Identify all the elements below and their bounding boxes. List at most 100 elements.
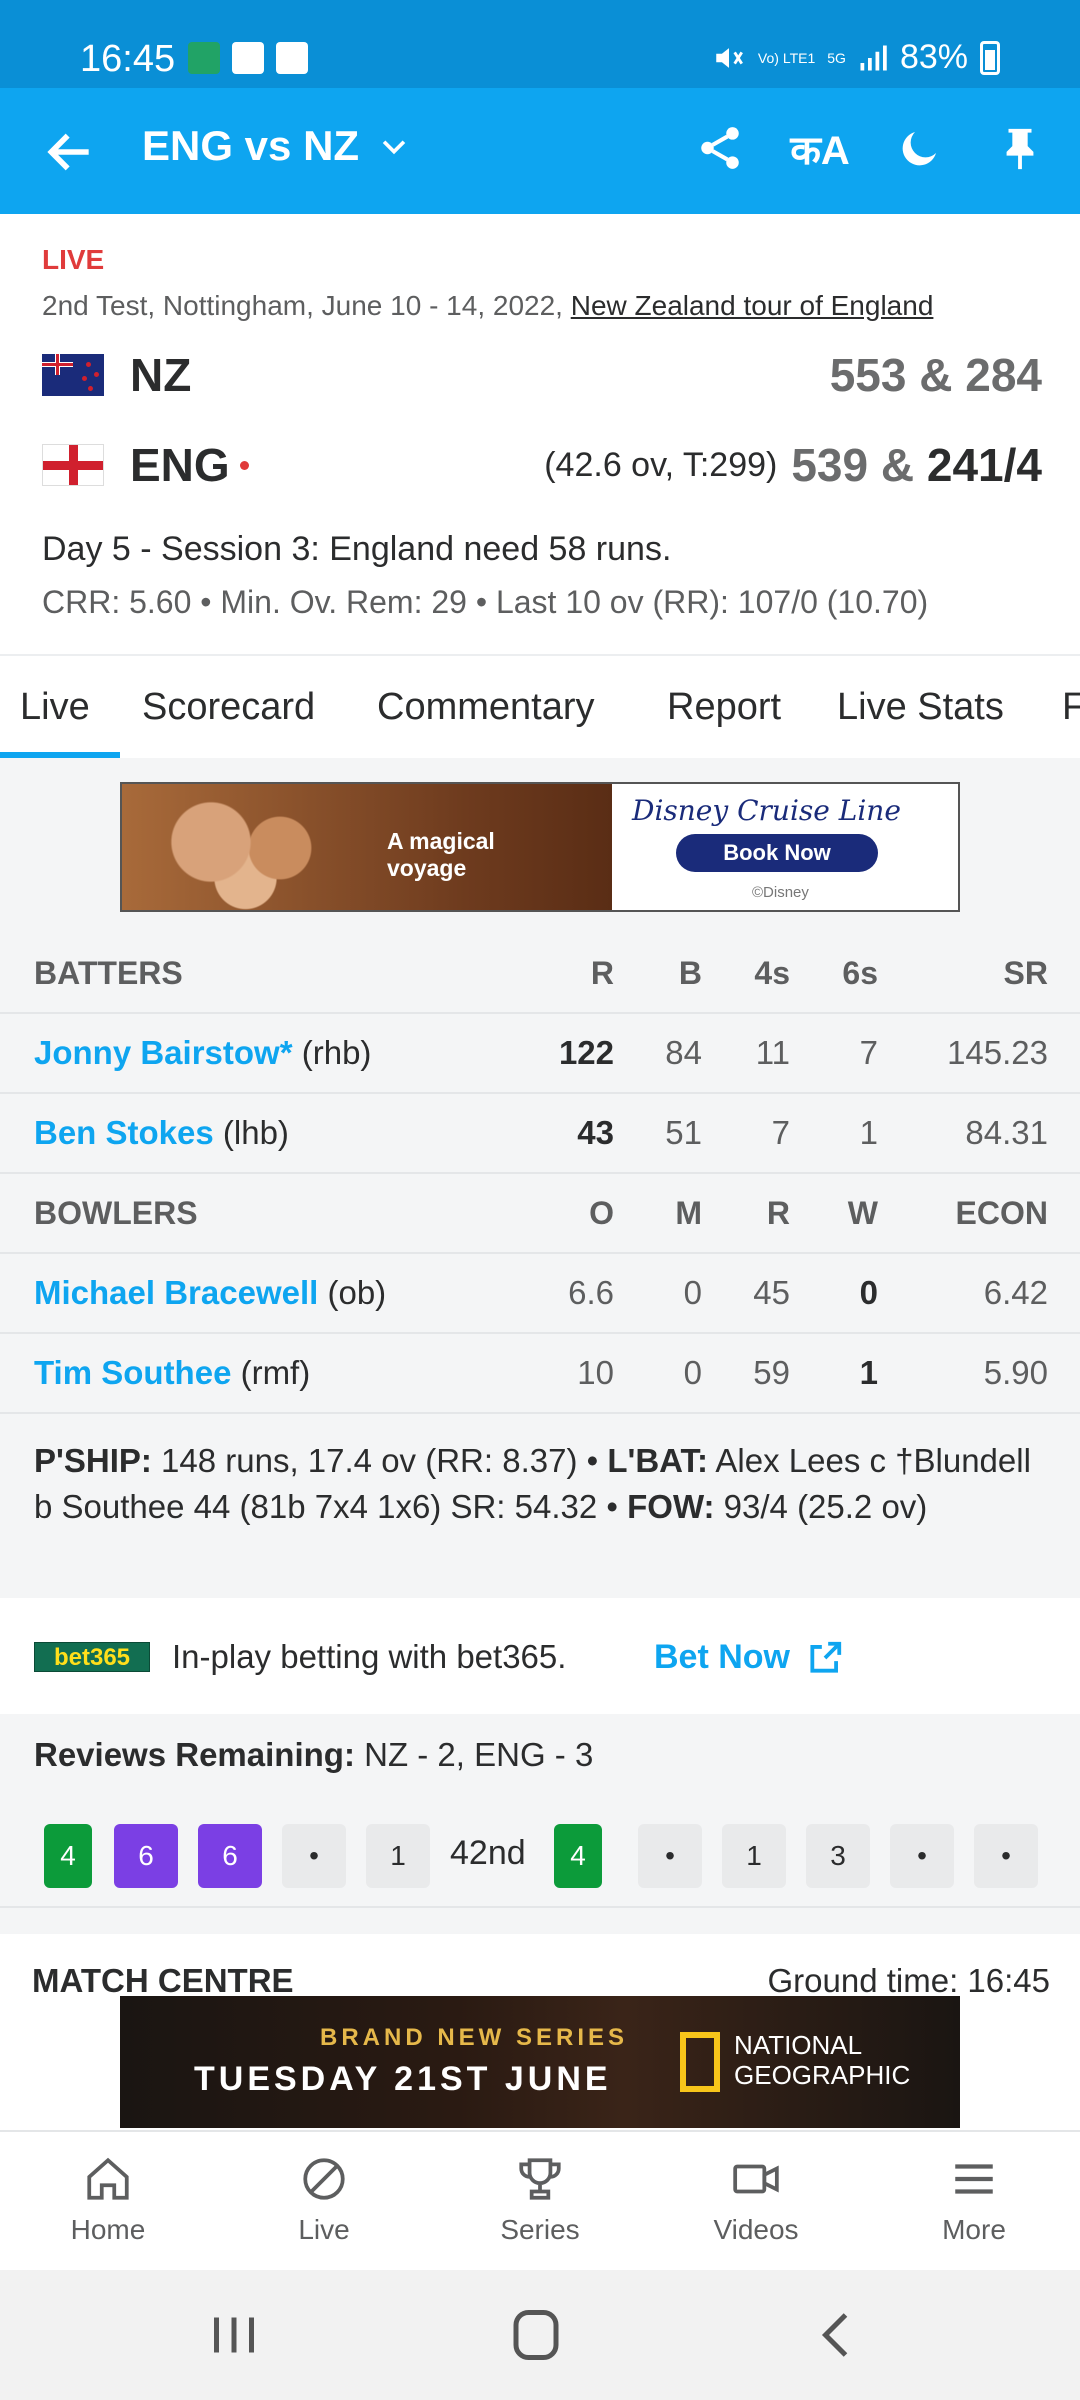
bowler-overs: 10 — [577, 1354, 614, 1391]
ball-chip[interactable]: 1 — [366, 1824, 430, 1888]
nav-label: More — [942, 2214, 1006, 2245]
moon-icon — [902, 132, 936, 166]
batter-runs: 43 — [577, 1114, 614, 1151]
hamburger-menu-icon — [955, 2164, 993, 2194]
back-arrow-icon[interactable] — [42, 124, 98, 180]
back-button-icon[interactable] — [808, 2310, 868, 2360]
ad-photo — [142, 794, 372, 910]
ball-chip[interactable]: • — [282, 1824, 346, 1888]
bowlers-header-row: BOWLERS O M R W ECON — [0, 1174, 1080, 1254]
nav-live[interactable]: Live — [254, 2154, 394, 2246]
team-name: ENG — [130, 439, 230, 491]
ball-chip[interactable]: 6 — [114, 1824, 178, 1888]
bet365-logo: bet365 — [34, 1642, 150, 1672]
disney-ad-banner[interactable]: A magical voyage Disney Cruise Line Book … — [120, 782, 960, 912]
overs-target: (42.6 ov, T:299) — [544, 445, 778, 484]
home-icon — [87, 2157, 129, 2200]
reviews-label: Reviews Remaining: — [34, 1736, 355, 1773]
col-header: SR — [1003, 954, 1048, 991]
batter-row[interactable]: Ben Stokes (lhb) 43 51 7 1 84.31 — [0, 1094, 1080, 1174]
team-row-nz: NZ 553 & 284 — [42, 340, 1042, 410]
ball-chip[interactable]: 4 — [554, 1824, 602, 1888]
bowler-wickets: 1 — [859, 1354, 878, 1391]
dark-mode-button[interactable] — [890, 118, 950, 178]
status-bar: 16:45 Vo) LTE1 5G 83% — [0, 0, 1080, 88]
col-header: R — [590, 954, 614, 991]
system-navigation-bar — [0, 2270, 1080, 2400]
trophy-icon — [519, 2158, 561, 2200]
ad-brand-panel: Disney Cruise Line Book Now ©Disney — [612, 784, 958, 910]
share-button[interactable] — [690, 118, 750, 178]
ball-chip[interactable]: • — [890, 1824, 954, 1888]
bowler-row[interactable]: Michael Bracewell (ob) 6.6 0 45 0 6.42 — [0, 1254, 1080, 1334]
tour-link[interactable]: New Zealand tour of England — [571, 290, 934, 321]
tab-overflow[interactable]: F — [1062, 686, 1080, 729]
col-header: 4s — [754, 954, 790, 991]
language-button[interactable]: कA — [790, 118, 850, 178]
batters-label: BATTERS — [34, 954, 183, 991]
col-header: B — [678, 954, 702, 991]
sheets-app-icon — [188, 42, 220, 74]
app-bar: ENG vs NZ कA — [0, 88, 1080, 214]
pin-icon — [1006, 128, 1034, 170]
bet-now-link[interactable]: Bet Now — [654, 1638, 844, 1677]
tab-live[interactable]: Live — [20, 686, 90, 729]
pin-button[interactable] — [990, 118, 1050, 178]
col-header: 6s — [842, 954, 878, 991]
batter-name: Jonny Bairstow* (rhb) — [34, 1034, 372, 1071]
network-type: 5G — [827, 49, 846, 66]
natgeo-logo-icon — [680, 2032, 720, 2092]
status-time: 16:45 — [80, 38, 176, 80]
ball-chip[interactable]: 1 — [722, 1824, 786, 1888]
recent-apps-icon[interactable] — [204, 2310, 264, 2360]
batter-runs: 122 — [558, 1034, 614, 1071]
bet-now-label: Bet Now — [654, 1638, 790, 1676]
tab-live-stats[interactable]: Live Stats — [837, 686, 1004, 729]
col-header: W — [847, 1194, 878, 1231]
ball-chip[interactable]: 6 — [198, 1824, 262, 1888]
ad-headline: BRAND NEW SERIES — [320, 2024, 629, 2051]
nav-label: Home — [70, 2214, 146, 2245]
nav-home[interactable]: Home — [38, 2154, 178, 2246]
match-tabs: Live Scorecard Commentary Report Live St… — [0, 654, 1080, 758]
nav-more[interactable]: More — [904, 2154, 1044, 2246]
tab-commentary[interactable]: Commentary — [377, 686, 595, 729]
ad-book-now-button[interactable]: Book Now — [676, 834, 878, 872]
over-label: 42nd — [450, 1834, 526, 1872]
previous-innings-score: 539 & — [791, 439, 927, 491]
col-header: O — [589, 1194, 614, 1231]
batter-row[interactable]: Jonny Bairstow* (rhb) 122 84 11 7 145.23 — [0, 1014, 1080, 1094]
recent-balls: 4 6 6 • 1 42nd 4 • 1 3 • • — [0, 1800, 1080, 1908]
home-button-icon[interactable] — [506, 2310, 566, 2360]
bowler-wickets: 0 — [859, 1274, 878, 1311]
tab-report[interactable]: Report — [667, 686, 781, 729]
ground-time: Ground time: 16:45 — [767, 1962, 1051, 1999]
bowler-runs: 59 — [753, 1354, 790, 1391]
nav-series[interactable]: Series — [470, 2154, 610, 2246]
bottom-navigation: Home Live Series Videos More — [0, 2130, 1080, 2270]
ball-chip[interactable]: • — [974, 1824, 1038, 1888]
team-score: 539 & 241/4 — [791, 438, 1042, 492]
live-badge: LIVE — [42, 244, 105, 275]
batter-fours: 11 — [755, 1034, 790, 1071]
team-score: 553 & 284 — [829, 349, 1042, 401]
ball-chip[interactable]: 3 — [806, 1824, 870, 1888]
batter-name: Ben Stokes (lhb) — [34, 1114, 289, 1151]
natgeo-ad-banner[interactable]: BRAND NEW SERIES TUESDAY 21ST JUNE NATIO… — [120, 1996, 960, 2128]
col-header: ECON — [955, 1194, 1048, 1231]
tab-scorecard[interactable]: Scorecard — [142, 686, 315, 729]
team-row-eng: ENG (42.6 ov, T:299) 539 & 241/4 — [42, 430, 1042, 500]
batter-strike-rate: 145.23 — [947, 1034, 1048, 1071]
nav-label: Live — [298, 2214, 350, 2245]
bowler-row[interactable]: Tim Southee (rmf) 10 0 59 1 5.90 — [0, 1334, 1080, 1414]
run-rates: CRR: 5.60 • Min. Ov. Rem: 29 • Last 10 o… — [42, 584, 929, 620]
fow-value: 93/4 (25.2 ov) — [714, 1488, 928, 1525]
bowler-runs: 45 — [753, 1274, 790, 1311]
col-header: R — [766, 1194, 790, 1231]
match-switcher[interactable]: ENG vs NZ — [142, 122, 411, 170]
ball-chip[interactable]: • — [638, 1824, 702, 1888]
batter-balls: 84 — [665, 1034, 702, 1071]
app-title: ENG vs NZ — [142, 122, 360, 169]
nav-videos[interactable]: Videos — [686, 2154, 826, 2246]
ball-chip[interactable]: 4 — [44, 1824, 92, 1888]
